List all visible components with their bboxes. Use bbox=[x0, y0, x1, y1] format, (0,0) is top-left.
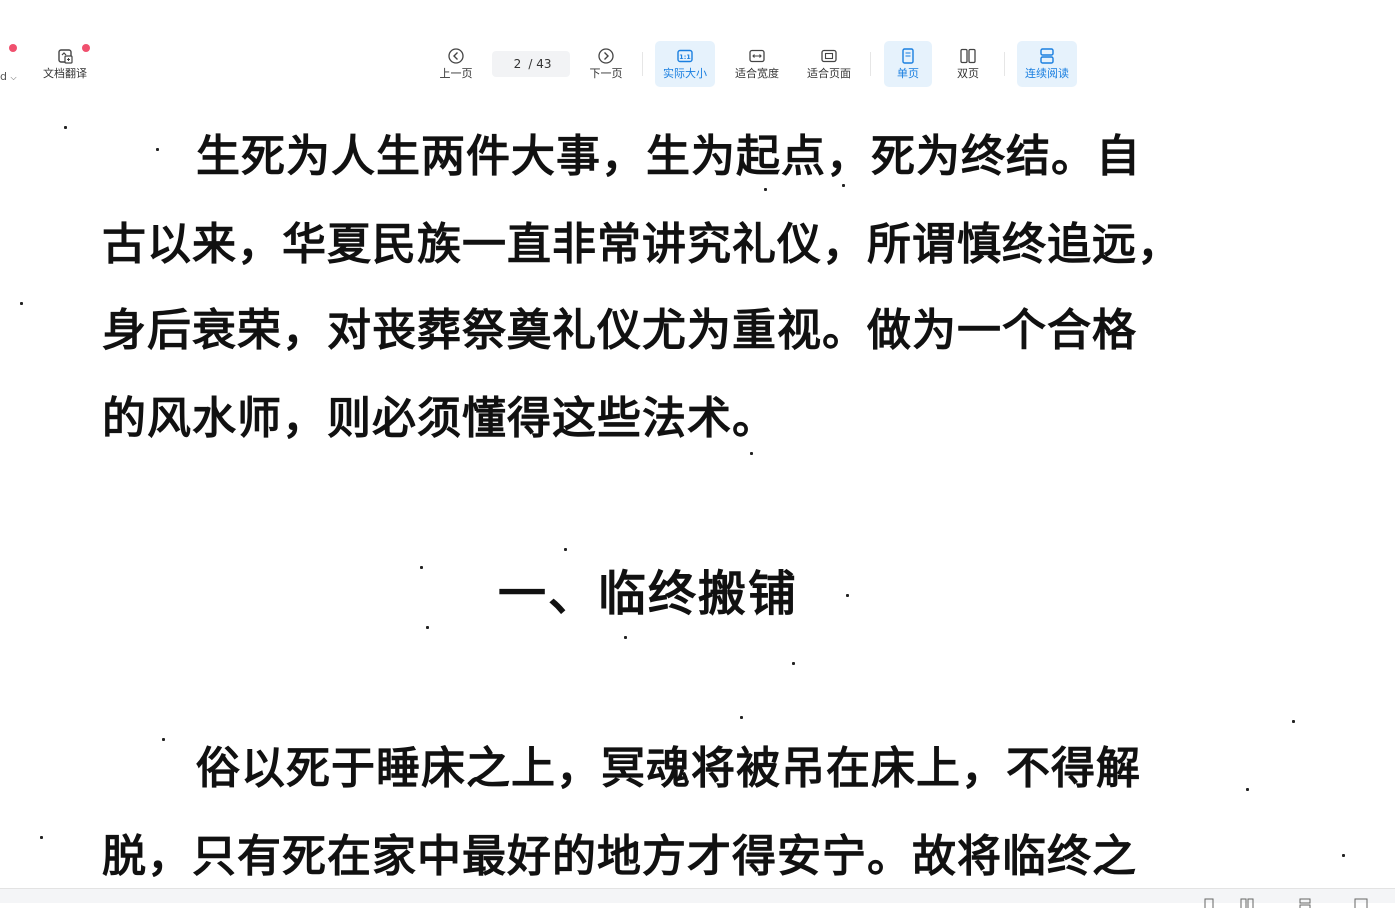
prev-page-label: 上一页 bbox=[439, 67, 473, 80]
scan-speck bbox=[162, 738, 165, 741]
translate-doc-icon bbox=[58, 49, 73, 64]
para1-line: 生死为人生两件大事，生为起点，死为终结。自 bbox=[196, 131, 1141, 182]
double-page-label: 双页 bbox=[957, 67, 979, 80]
para2-line: 脱，只有死在家中最好的地方才得安宁。故将临终之 bbox=[102, 831, 1137, 882]
chevron-right-circle-icon bbox=[598, 48, 614, 64]
scan-speck bbox=[20, 302, 23, 305]
toolbar-divider bbox=[870, 52, 871, 76]
one-to-one-icon: 1:1 bbox=[677, 49, 693, 63]
scan-speck bbox=[740, 716, 743, 719]
viewer-toolbar: d ⌵ 文档翻译 上一页 / 43 下一页 1:1 bbox=[0, 38, 1395, 94]
para1-line: 身后衰荣，对丧葬祭奠礼仪尤为重视。做为一个合格 bbox=[102, 305, 1137, 356]
single-page-button[interactable]: 单页 bbox=[884, 41, 932, 87]
scan-speck bbox=[40, 836, 43, 839]
status-bar bbox=[0, 888, 1395, 912]
continuous-read-icon bbox=[1040, 48, 1054, 64]
page-number-input[interactable] bbox=[510, 57, 525, 71]
chevron-left-circle-icon bbox=[448, 48, 464, 64]
notification-dot bbox=[82, 44, 90, 52]
page-indicator: / 43 bbox=[492, 51, 570, 77]
fit-page-button[interactable]: 适合页面 bbox=[800, 41, 858, 87]
fit-width-label: 适合宽度 bbox=[735, 67, 779, 80]
scan-speck bbox=[156, 148, 159, 151]
double-page-button[interactable]: 双页 bbox=[945, 41, 991, 87]
para2-line: 俗以死于睡床之上，冥魂将被吊在床上，不得解 bbox=[196, 743, 1141, 794]
scan-speck bbox=[420, 566, 423, 569]
single-page-label: 单页 bbox=[897, 67, 919, 80]
scan-speck bbox=[764, 188, 767, 191]
scan-speck bbox=[846, 594, 849, 597]
scan-speck bbox=[1292, 720, 1295, 723]
chevron-down-icon: ⌵ bbox=[10, 73, 17, 82]
scan-speck bbox=[842, 184, 845, 187]
para1-line: 古以来，华夏民族一直非常讲究礼仪，所谓慎终追远， bbox=[102, 219, 1182, 270]
fit-page-icon bbox=[821, 49, 837, 63]
next-page-button[interactable]: 下一页 bbox=[584, 41, 628, 87]
scan-speck bbox=[1246, 788, 1249, 791]
truncated-menu-label[interactable]: d ⌵ bbox=[0, 70, 17, 83]
notification-dot bbox=[9, 44, 17, 52]
continuous-read-label: 连续阅读 bbox=[1025, 67, 1069, 80]
section-heading: 一、临终搬铺 bbox=[498, 566, 799, 622]
fit-width-icon bbox=[749, 49, 765, 63]
scan-speck bbox=[750, 452, 753, 455]
fit-width-button[interactable]: 适合宽度 bbox=[728, 41, 786, 87]
double-page-icon bbox=[960, 48, 976, 64]
scan-speck bbox=[1342, 854, 1345, 857]
scan-speck bbox=[792, 662, 795, 665]
scan-speck bbox=[426, 626, 429, 629]
svg-text:1:1: 1:1 bbox=[679, 53, 691, 61]
scan-speck bbox=[64, 126, 67, 129]
page-total: / 43 bbox=[528, 57, 552, 71]
scan-speck bbox=[624, 636, 627, 639]
actual-size-button[interactable]: 1:1 实际大小 bbox=[655, 41, 715, 87]
toolbar-divider bbox=[1004, 52, 1005, 76]
single-page-icon bbox=[902, 48, 914, 64]
prev-page-button[interactable]: 上一页 bbox=[434, 41, 478, 87]
fit-page-label: 适合页面 bbox=[807, 67, 851, 80]
document-page: 生死为人生两件大事，生为起点，死为终结。自 古以来，华夏民族一直非常讲究礼仪，所… bbox=[0, 96, 1395, 888]
continuous-read-button[interactable]: 连续阅读 bbox=[1017, 41, 1077, 87]
doc-translate-label: 文档翻译 bbox=[43, 67, 87, 80]
para1-line: 的风水师，则必须懂得这些法术。 bbox=[102, 393, 777, 444]
scan-speck bbox=[564, 548, 567, 551]
next-page-label: 下一页 bbox=[589, 67, 623, 80]
toolbar-divider bbox=[642, 52, 643, 76]
actual-size-label: 实际大小 bbox=[663, 67, 707, 80]
